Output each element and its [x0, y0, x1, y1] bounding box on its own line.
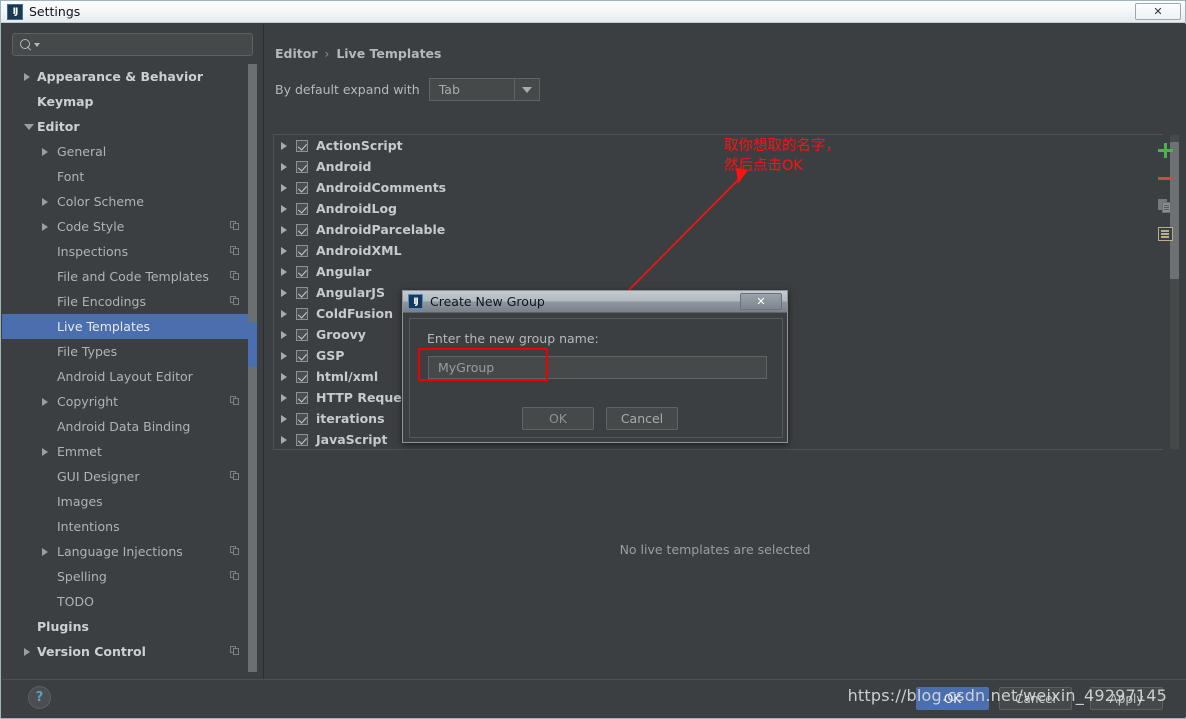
group-name-input[interactable]: MyGroup — [428, 356, 767, 379]
dialog-cancel-button[interactable]: Cancel — [606, 407, 678, 430]
dialog-body: Enter the new group name: MyGroup OK Can… — [409, 318, 783, 438]
dialog-titlebar: IJ Create New Group ✕ — [403, 291, 787, 313]
dialog-title: Create New Group — [430, 294, 545, 309]
annotation-text: 取你想取的名字， 然后点击OK — [724, 136, 840, 176]
create-new-group-dialog: IJ Create New Group ✕ Enter the new grou… — [402, 290, 788, 443]
dialog-prompt-label: Enter the new group name: — [427, 331, 599, 346]
intellij-idea-icon: IJ — [408, 294, 423, 309]
dialog-ok-button[interactable]: OK — [522, 407, 594, 430]
annotation-line-1: 取你想取的名字， — [724, 138, 840, 154]
close-icon[interactable]: ✕ — [740, 293, 782, 310]
annotation-line-2: 然后点击OK — [724, 158, 803, 174]
